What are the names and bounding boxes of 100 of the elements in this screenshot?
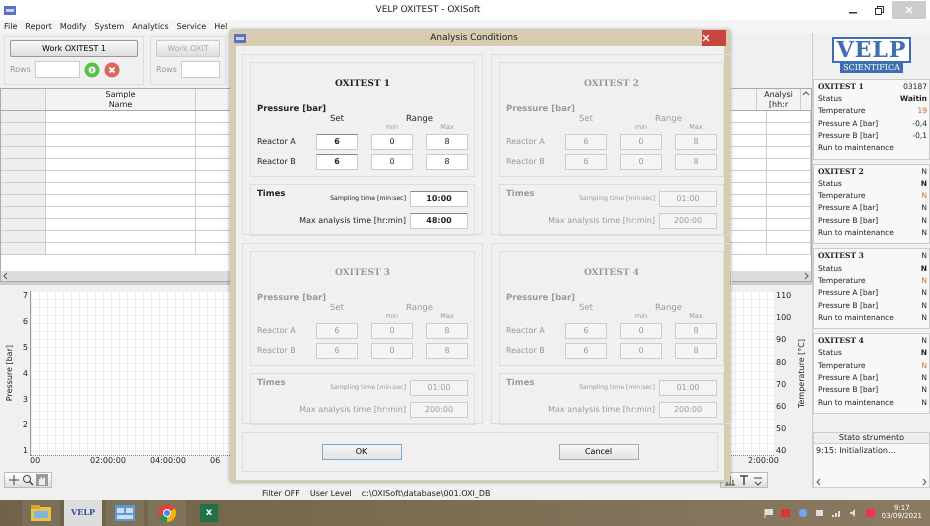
stop-icon[interactable] — [104, 62, 120, 78]
work-button[interactable]: Work OXIT — [156, 40, 220, 57]
zoom-icon[interactable] — [22, 474, 34, 486]
input-field[interactable]: 6 — [316, 134, 358, 150]
close-button[interactable] — [702, 30, 726, 46]
browser-icon — [158, 504, 176, 522]
input-field[interactable]: 8 — [675, 154, 717, 170]
input-field[interactable]: 8 — [675, 322, 717, 339]
section-label: Pressure [bar] — [506, 104, 576, 114]
rows-field[interactable] — [34, 61, 80, 78]
column-label: Set — [578, 302, 594, 314]
close-icon — [905, 6, 913, 14]
column-label: Set — [329, 114, 345, 124]
tick-label: 100 — [776, 313, 792, 323]
input-field[interactable]: 6 — [565, 134, 607, 150]
column-label: Set — [329, 302, 345, 314]
row-label: Reactor A — [506, 137, 546, 147]
column-label: Range — [405, 114, 434, 124]
input-field[interactable]: 8 — [426, 134, 468, 150]
input-field[interactable]: 6 — [316, 154, 358, 170]
input-field[interactable]: 6 — [565, 322, 607, 339]
input-field[interactable]: 01:00 — [659, 380, 717, 396]
taskbar-button[interactable]: VELP — [64, 500, 102, 526]
menu-item[interactable]: File — [4, 22, 18, 32]
input-field[interactable]: 0 — [620, 322, 662, 339]
column-label: Range — [654, 302, 683, 314]
field-label: Max analysis time [hr:min] — [548, 405, 655, 415]
input-field[interactable]: 48:00 — [410, 212, 468, 229]
row-label: Reactor B — [506, 157, 546, 167]
field-label: Max analysis time [hr:min] — [299, 405, 406, 415]
tick-label: 04:00:00 — [150, 456, 187, 466]
menu-item[interactable]: System — [94, 22, 124, 32]
tick-label: 4 — [22, 368, 28, 378]
taskbar-button[interactable] — [22, 500, 60, 526]
input-field[interactable]: 8 — [675, 134, 717, 150]
input-field[interactable]: 0 — [371, 154, 413, 170]
taskbar-button[interactable] — [106, 500, 144, 526]
input-field[interactable]: 200:00 — [410, 402, 468, 418]
dialog-button[interactable]: OK — [322, 444, 402, 460]
flag-icon[interactable] — [762, 507, 775, 519]
crosshair-icon[interactable] — [8, 474, 20, 486]
scrollbar[interactable] — [814, 477, 929, 487]
input-field[interactable]: 8 — [426, 154, 468, 170]
input-field[interactable]: 0 — [620, 134, 662, 150]
column-label: Set — [578, 114, 594, 124]
input-field[interactable]: 6 — [565, 342, 607, 359]
row-label: Reactor A — [506, 326, 546, 336]
axis-title: Pressure [bar] — [5, 345, 15, 402]
input-field[interactable]: 200:00 — [659, 212, 717, 229]
scale-icon[interactable] — [724, 474, 736, 486]
input-field[interactable]: 6 — [316, 322, 358, 339]
input-field[interactable]: 0 — [620, 154, 662, 170]
tick-label: 2:00:00 — [748, 456, 780, 466]
row-label: Reactor B — [506, 346, 546, 356]
input-field[interactable]: 01:00 — [659, 190, 717, 207]
input-field[interactable]: 0 — [371, 322, 413, 339]
rows-label: Rows — [156, 64, 177, 74]
input-field[interactable]: 0 — [371, 134, 413, 150]
input-field[interactable]: 6 — [316, 342, 358, 359]
tick-label: 02:00:00 — [90, 456, 127, 466]
go-icon[interactable] — [84, 62, 100, 78]
menu-item[interactable]: Modify — [60, 22, 86, 32]
input-field[interactable]: 200:00 — [659, 402, 717, 418]
tick-label: 2 — [22, 420, 28, 430]
panel-title: OXITEST 2 — [582, 79, 640, 90]
tick-label: 60 — [776, 402, 786, 412]
taskbar-button[interactable] — [148, 500, 186, 526]
tick-label: 00 — [30, 456, 42, 466]
field-label: Max analysis time [hr:min] — [299, 216, 406, 226]
menu-item[interactable]: Service — [176, 22, 206, 32]
menu-item[interactable]: Hel — [214, 22, 228, 32]
section-label: Pressure [bar] — [257, 292, 328, 303]
menu-item[interactable]: Report — [25, 22, 52, 32]
input-field[interactable]: 8 — [426, 322, 468, 339]
row-label: Reactor A — [257, 137, 297, 147]
tick-label: 6 — [22, 316, 28, 326]
status-text: c:\OXISoft\database\001.OXI_DB — [362, 489, 491, 499]
tick-label: 1 — [22, 446, 28, 456]
taskbar-button[interactable]: x — [200, 504, 218, 522]
input-field[interactable]: 0 — [371, 342, 413, 359]
input-field[interactable]: 8 — [426, 342, 468, 359]
tick-label: 110 — [776, 291, 792, 301]
menu-item[interactable]: Analytics — [132, 22, 169, 32]
status-text: Filter OFF — [262, 489, 300, 499]
section-label: Times — [506, 188, 534, 201]
input-field[interactable]: 01:00 — [410, 380, 468, 396]
input-field[interactable]: 10:00 — [410, 190, 468, 207]
dialog-button[interactable]: Cancel — [558, 444, 638, 460]
input-field[interactable]: 8 — [675, 342, 717, 359]
section-label: Times — [257, 188, 286, 201]
rows-field[interactable] — [180, 61, 220, 78]
tick-label: 50 — [776, 424, 786, 434]
row-label: Reactor B — [257, 346, 297, 356]
panel-title: OXITEST 3 — [334, 268, 392, 279]
work-button[interactable]: Work OXITEST 1 — [10, 40, 138, 57]
tick-label: 70 — [776, 380, 786, 390]
input-field[interactable]: 6 — [565, 154, 607, 170]
close-icon — [702, 34, 710, 42]
tick-label: 40 — [776, 446, 786, 456]
input-field[interactable]: 0 — [620, 342, 662, 359]
